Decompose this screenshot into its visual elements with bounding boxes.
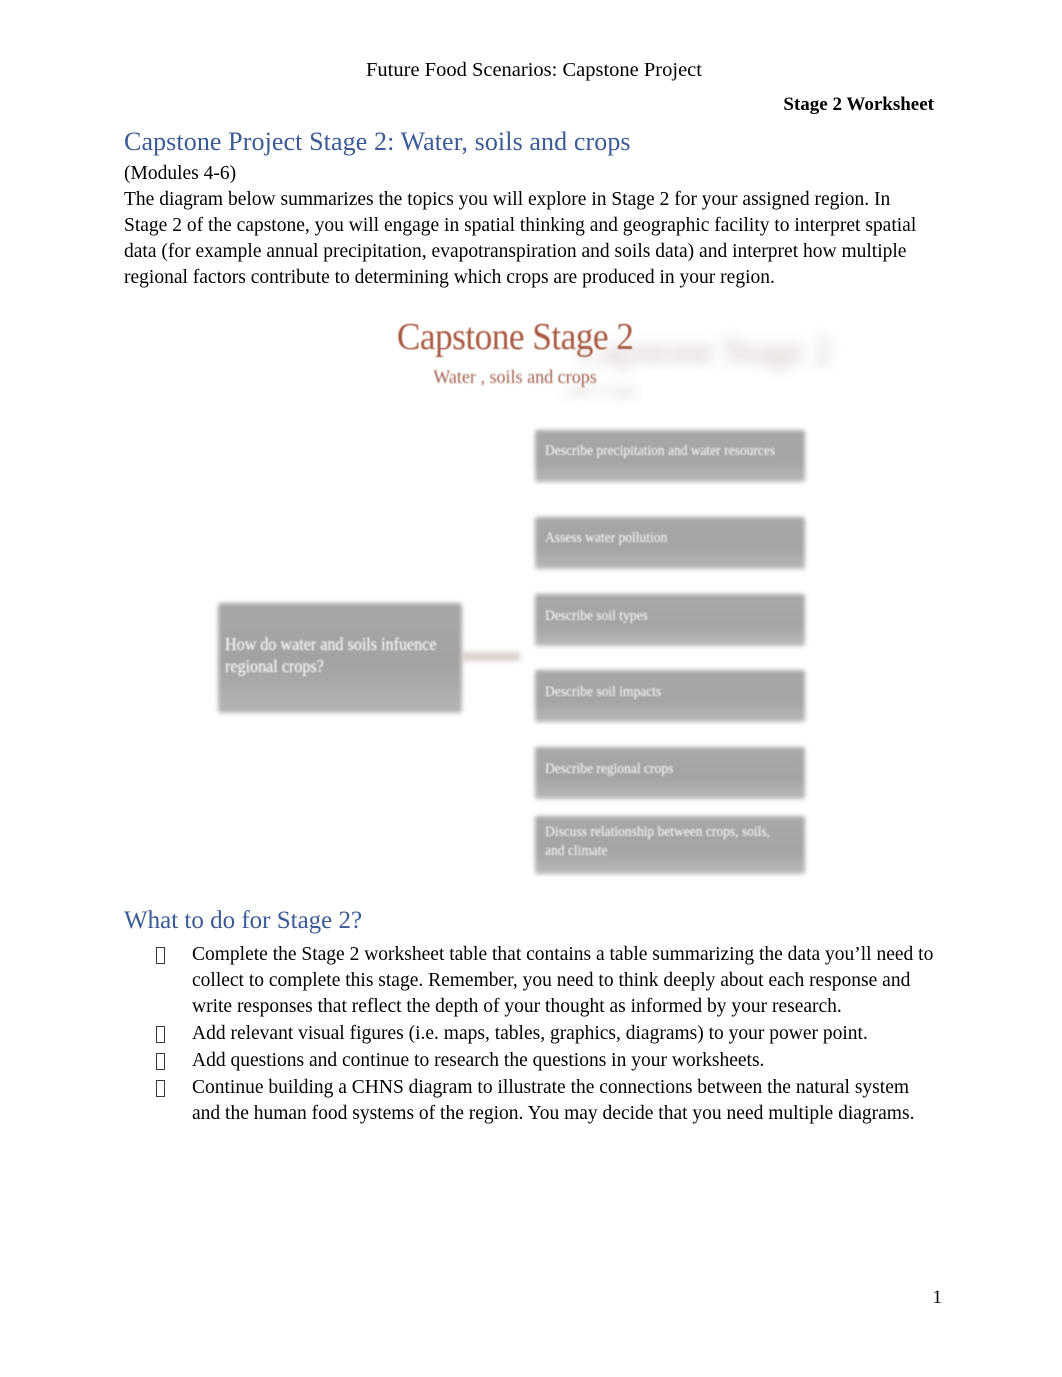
intro-paragraph: The diagram below summarizes the topics … bbox=[124, 189, 917, 288]
diagram-title: Capstone Stage 2 bbox=[396, 316, 634, 358]
modules-line: (Modules 4-6) bbox=[124, 163, 237, 185]
diagram-connector-line bbox=[462, 652, 520, 661]
list-item: Continue building a CHNS diagram to illu… bbox=[124, 1075, 934, 1127]
list-item: Complete the Stage 2 worksheet table tha… bbox=[124, 942, 934, 1020]
list-item-text: Add questions and continue to research t… bbox=[192, 1049, 765, 1071]
diagram-subtitle: Water , soils and crops bbox=[433, 366, 597, 388]
header-right-title: Stage 2 Worksheet bbox=[783, 93, 934, 115]
missing-glyph-bullet-icon bbox=[156, 1079, 165, 1097]
missing-glyph-bullet-icon bbox=[156, 1025, 165, 1043]
list-item: Add questions and continue to research t… bbox=[124, 1048, 934, 1074]
diagram-branch-label: Describe precipitation and water resourc… bbox=[545, 443, 776, 459]
diagram-branch-label: Describe soil impacts bbox=[545, 684, 662, 700]
list-item-text: Add relevant visual figures (i.e. maps, … bbox=[192, 1022, 868, 1044]
diagram-root-node-label: How do water and soils infuence regional… bbox=[225, 634, 437, 677]
list-item-text: Complete the Stage 2 worksheet table tha… bbox=[192, 944, 934, 1017]
missing-glyph-bullet-icon bbox=[156, 947, 165, 964]
list-item-text: Continue building a CHNS diagram to illu… bbox=[192, 1076, 915, 1124]
document-header: Future Food Scenarios: Capstone Project … bbox=[0, 58, 1062, 116]
page-number: 1 bbox=[932, 1287, 943, 1308]
diagram-branch-label: Assess water pollution bbox=[545, 530, 668, 546]
document-page: Future Food Scenarios: Capstone Project … bbox=[0, 0, 1062, 1377]
header-center-title: Future Food Scenarios: Capstone Project bbox=[366, 59, 702, 81]
todo-section: What to do for Stage 2? Complete the Sta… bbox=[124, 906, 934, 1127]
list-item: Add relevant visual figures (i.e. maps, … bbox=[124, 1021, 934, 1047]
diagram-branch-label: Describe soil types bbox=[545, 608, 648, 624]
diagram-heading-group: Capstone Stage 2 Water , soils and crops bbox=[185, 316, 845, 389]
capstone-stage2-diagram: Capstone Stage 2 Water , soils and crops… bbox=[185, 316, 845, 888]
todo-section-title: What to do for Stage 2? bbox=[124, 907, 363, 934]
missing-glyph-bullet-icon bbox=[156, 1052, 165, 1070]
todo-list: Complete the Stage 2 worksheet table tha… bbox=[124, 942, 934, 1126]
intro-section: Capstone Project Stage 2: Water, soils a… bbox=[124, 126, 934, 291]
page-title: Capstone Project Stage 2: Water, soils a… bbox=[124, 127, 631, 156]
diagram-branch-label: Describe regional crops bbox=[545, 761, 674, 777]
diagram-branch-label: Discuss relationship between crops, soil… bbox=[545, 824, 770, 860]
